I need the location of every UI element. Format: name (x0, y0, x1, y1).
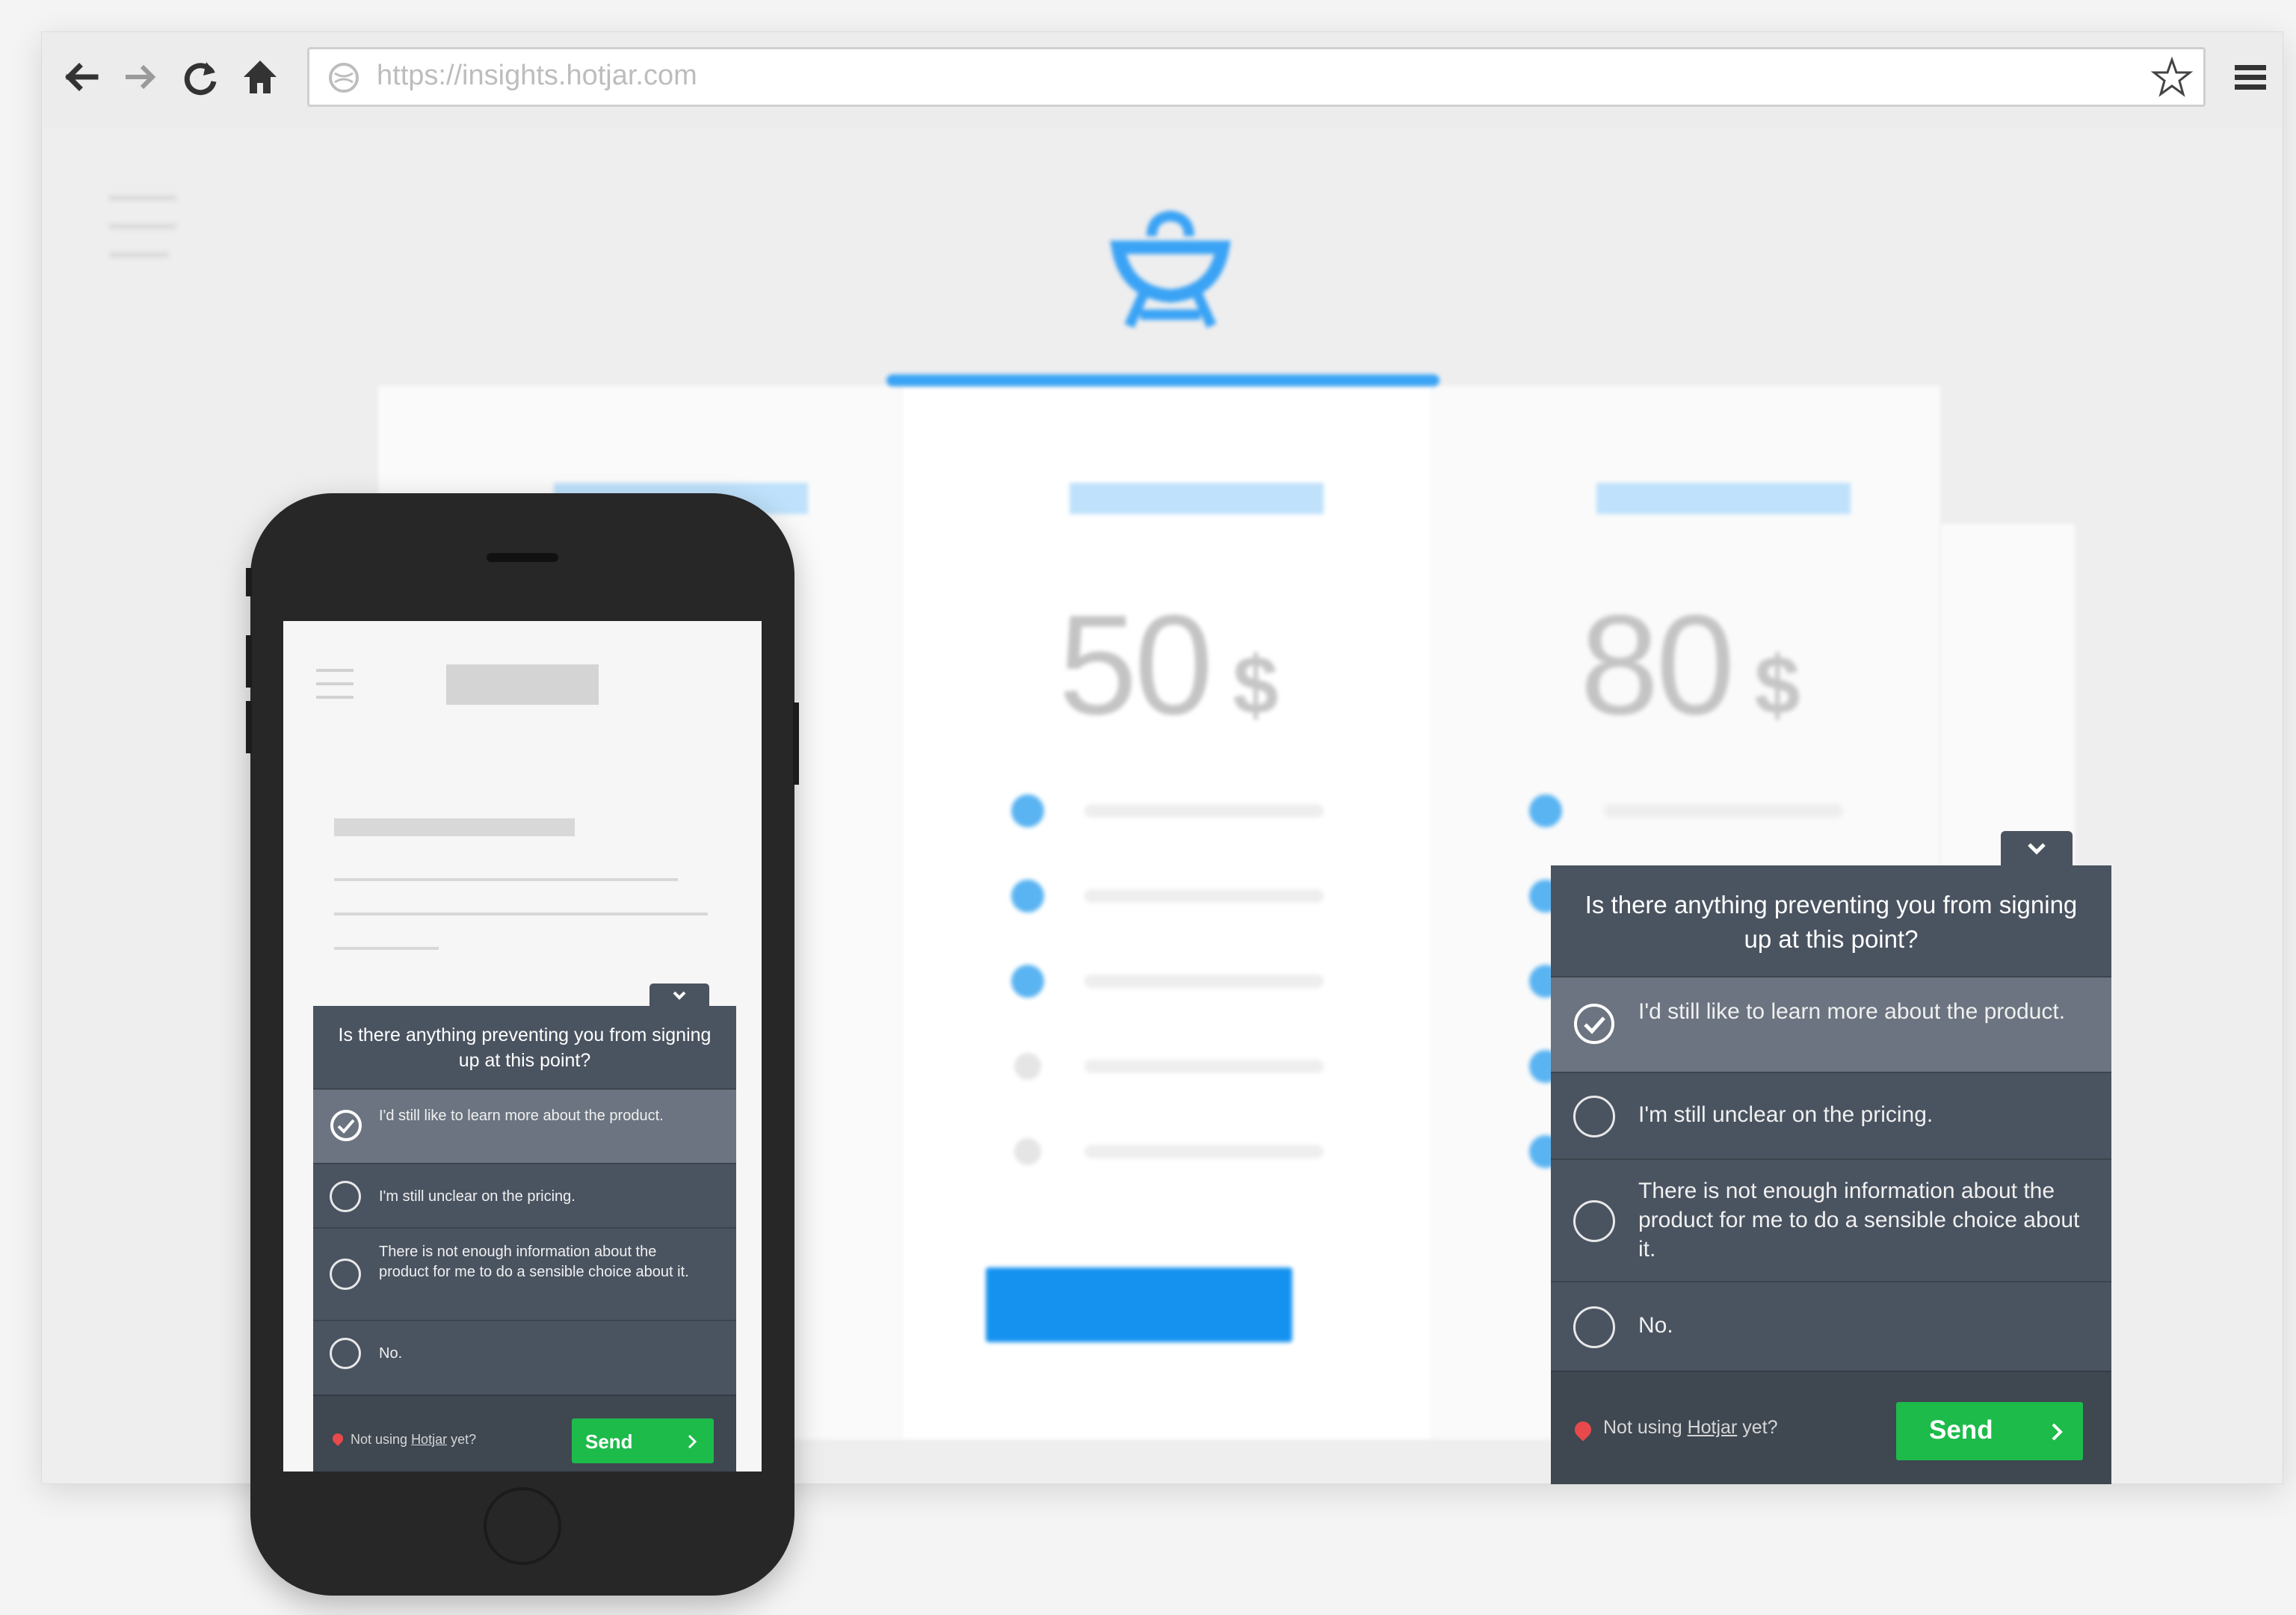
chevron-down-icon (673, 991, 686, 1000)
survey-option-1[interactable]: I'd still like to learn more about the p… (1551, 976, 2111, 1073)
radio-icon (330, 1259, 361, 1290)
survey-option-label: There is not enough information about th… (1638, 1179, 2080, 1262)
browser-toolbar: https://insights.hotjar.com (42, 32, 2283, 129)
survey-option-3[interactable]: There is not enough information about th… (1551, 1158, 2111, 1282)
send-button[interactable]: Send (1896, 1402, 2083, 1460)
grill-icon (1110, 210, 1231, 328)
survey-widget-desktop: Is there anything preventing you from si… (1551, 831, 2111, 1484)
plan-price-featured: 50 $ (1058, 584, 1279, 747)
heading-placeholder (334, 818, 575, 836)
footer-prefix: Not using (1603, 1417, 1682, 1438)
survey-option-label: I'd still like to learn more about the p… (1638, 999, 2066, 1024)
not-using-hotjar-text: Not using Hotjar yet? (1603, 1417, 1777, 1439)
hotjar-link[interactable]: Hotjar (411, 1432, 447, 1447)
url-text: https://insights.hotjar.com (377, 60, 697, 91)
hotjar-link[interactable]: Hotjar (1688, 1417, 1738, 1438)
plan-price-premium: 80 $ (1580, 584, 1800, 747)
forward-arrow-icon[interactable] (118, 55, 163, 99)
price-currency: $ (1232, 640, 1278, 732)
phone-home-button[interactable] (484, 1487, 561, 1565)
star-icon[interactable] (2150, 55, 2194, 100)
featured-accent-bar (886, 374, 1439, 386)
survey-question: Is there anything preventing you from si… (338, 1025, 712, 1071)
survey-question: Is there anything preventing you from si… (1584, 891, 2078, 953)
survey-footer: Not using Hotjar yet? Send (1551, 1371, 2111, 1484)
survey-option-label: I'd still like to learn more about the p… (379, 1108, 664, 1124)
price-value: 50 (1058, 586, 1213, 744)
radio-checked-icon (1574, 1004, 1614, 1044)
radio-icon (1573, 1200, 1615, 1242)
survey-option-label: There is not enough information about th… (379, 1244, 689, 1280)
send-label: Send (585, 1430, 633, 1453)
survey-option-label: I'm still unclear on the pricing. (379, 1188, 575, 1205)
survey-option-1[interactable]: I'd still like to learn more about the p… (313, 1088, 736, 1164)
send-button[interactable]: Send (572, 1418, 714, 1463)
survey-option-label: I'm still unclear on the pricing. (1638, 1102, 1934, 1127)
signup-button[interactable] (986, 1267, 1292, 1342)
survey-option-label: No. (1638, 1313, 1673, 1338)
hotjar-flame-icon (330, 1431, 345, 1446)
phone-speaker (487, 553, 558, 562)
chevron-right-icon (2052, 1423, 2063, 1441)
collapse-tab[interactable] (2001, 831, 2073, 867)
survey-option-label: No. (379, 1345, 403, 1362)
survey-option-2[interactable]: I'm still unclear on the pricing. (1551, 1072, 2111, 1160)
hamburger-icon[interactable] (316, 669, 354, 709)
globe-icon (329, 63, 359, 93)
survey-footer: Not using Hotjar yet? Send (313, 1395, 736, 1472)
survey-option-3[interactable]: There is not enough information about th… (313, 1227, 736, 1321)
footer-suffix: yet? (451, 1432, 477, 1447)
phone-mockup: Is there anything preventing you from si… (246, 493, 799, 1596)
radio-icon (1573, 1096, 1615, 1137)
mobile-logo-placeholder (446, 664, 599, 705)
survey-option-4[interactable]: No. (1551, 1281, 2111, 1372)
radio-checked-icon (330, 1110, 362, 1141)
phone-screen: Is there anything preventing you from si… (283, 621, 762, 1472)
reload-icon[interactable] (178, 55, 223, 99)
menu-icon[interactable] (2233, 61, 2268, 95)
footer-prefix: Not using (351, 1432, 408, 1447)
radio-icon (330, 1181, 361, 1212)
survey-option-2[interactable]: I'm still unclear on the pricing. (313, 1163, 736, 1229)
url-bar[interactable]: https://insights.hotjar.com (307, 47, 2206, 107)
radio-icon (330, 1338, 361, 1369)
home-icon[interactable] (238, 55, 283, 99)
chevron-right-icon (688, 1434, 697, 1449)
radio-icon (1573, 1306, 1615, 1348)
price-value: 80 (1580, 586, 1735, 744)
chevron-down-icon (2028, 843, 2046, 855)
not-using-hotjar-text: Not using Hotjar yet? (351, 1432, 476, 1448)
survey-option-4[interactable]: No. (313, 1320, 736, 1386)
back-arrow-icon[interactable] (58, 55, 103, 99)
hotjar-flame-icon (1571, 1418, 1595, 1442)
footer-suffix: yet? (1742, 1417, 1778, 1438)
send-label: Send (1929, 1415, 1993, 1445)
price-currency: $ (1754, 640, 1800, 732)
collapse-tab[interactable] (649, 983, 709, 1007)
survey-widget-mobile: Is there anything preventing you from si… (313, 983, 736, 1472)
